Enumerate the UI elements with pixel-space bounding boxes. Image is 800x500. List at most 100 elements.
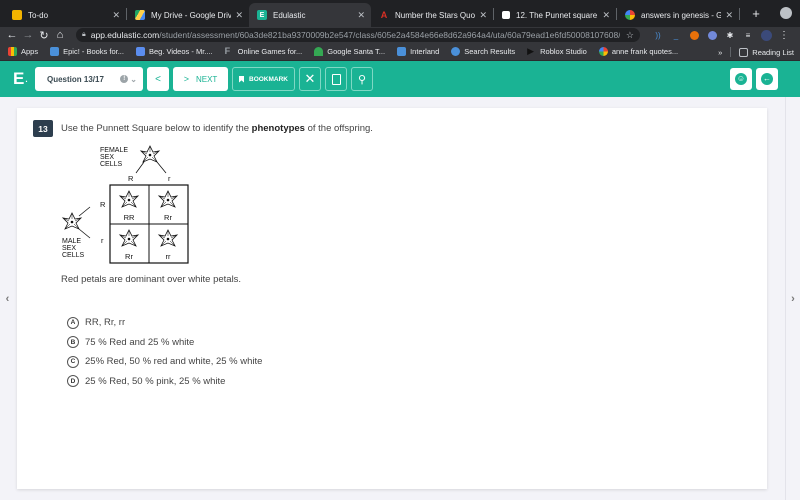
home-button[interactable]: ⌂ [52,29,68,41]
roblox-icon: ▶ [527,46,535,56]
choice-radio[interactable]: D [67,375,79,388]
extension-underline-icon[interactable]: _ [668,27,684,43]
browser-tab-bar: To-do ✕ My Drive - Google Drive ✕ E Edul… [0,0,800,27]
choice-radio[interactable]: C [67,355,79,368]
tab-title: answers in genesis - Googl [641,10,722,20]
bookmark-label: Epic! - Books for... [63,47,124,56]
connector-line [156,161,167,174]
connector-line [135,161,145,174]
close-tab-icon[interactable]: ✕ [357,10,365,21]
chevron-left-icon: < [155,73,161,85]
choice-text: RR, Rr, rr [85,317,126,329]
bookmark-anne-frank[interactable]: anne frank quotes... [598,47,678,56]
bookmark-label: Online Games for... [237,47,303,56]
male-label-line: SEX [62,245,76,252]
choice-text: 75 % Red and 25 % white [85,336,195,348]
bookmark-apps[interactable]: Apps [8,47,38,56]
calculator-button[interactable] [325,67,347,91]
stem-bold: phenotypes [251,123,305,134]
choice-text: 25% Red, 50 % red and white, 25 % white [85,356,263,368]
answer-choice-b[interactable]: B 75 % Red and 25 % white [67,333,262,353]
previous-page-arrow[interactable]: ‹ [0,97,15,500]
google-icon [625,10,635,20]
bookmark-google-santa[interactable]: Google Santa T... [314,47,385,56]
bookmark-search-results[interactable]: Search Results [451,47,515,56]
exit-button[interactable]: ← [756,68,778,90]
browser-toolbar: ← → ↻ ⌂ 🔒︎ app.edulastic.com /student/as… [0,27,800,43]
more-bookmarks-button[interactable]: » [718,48,722,57]
extensions-puzzle-icon[interactable]: ✱ [722,27,738,43]
female-label-line: FEMALE [100,147,128,154]
male-allele: r [101,236,104,245]
new-tab-button[interactable]: + [746,6,766,21]
back-button[interactable]: ← [4,29,20,41]
answer-choice-a[interactable]: A RR, Rr, rr [67,313,262,333]
browser-tab-active[interactable]: E Edulastic ✕ [249,3,371,27]
next-question-button[interactable]: > NEXT [173,67,228,91]
browser-tab[interactable]: A Number the Stars Quotes a ✕ [371,3,493,27]
accessibility-icon: ☺ [735,73,747,85]
extension-orange-icon[interactable] [686,27,702,43]
address-bar[interactable]: 🔒︎ app.edulastic.com /student/assessment… [76,28,640,42]
close-tab-icon[interactable]: ✕ [602,10,610,21]
question-selector-label: Question 13/17 [47,74,104,84]
choice-radio[interactable]: A [67,316,79,329]
bookmark-icon [239,75,244,83]
bookmark-interland[interactable]: Interland [397,47,439,56]
search-button[interactable]: ⚲ [351,67,373,91]
browser-menu-icon[interactable]: ⋮ [776,27,792,43]
browser-tab[interactable]: 12. The Punnet square belo ✕ [494,3,616,27]
previous-question-button[interactable]: < [147,67,169,91]
bookmark-beg-videos[interactable]: Beg. Videos - Mr.... [135,47,213,56]
answer-choice-c[interactable]: C 25% Red, 50 % red and white, 25 % whit… [67,352,262,372]
connector-line [78,228,91,239]
close-tab-icon[interactable]: ✕ [235,10,243,21]
close-tab-icon[interactable]: ✕ [725,10,733,21]
bookmark-label: Beg. Videos - Mr.... [148,47,213,56]
bookmark-online-games[interactable]: F Online Games for... [225,47,303,57]
logo-letter: E [13,69,25,88]
reading-list-button[interactable]: Reading List [739,47,794,57]
extension-discord-icon[interactable] [704,27,720,43]
reading-list-icon [739,47,749,57]
browser-tab[interactable]: My Drive - Google Drive ✕ [127,3,249,27]
edulastic-logo[interactable]: E· [13,69,35,89]
tab-title: Number the Stars Quotes a [395,10,476,20]
bookmark-star-icon[interactable]: ☆ [626,30,634,41]
close-tab-icon[interactable]: ✕ [479,10,487,21]
santa-icon [314,47,324,56]
eliminator-button[interactable]: ✕ [299,67,321,91]
bookmarks-bar: Apps Epic! - Books for... Beg. Videos - … [0,43,800,61]
url-host: app.edulastic.com [90,30,160,40]
choice-text: 25 % Red, 50 % pink, 25 % white [85,375,226,387]
extension-wifi-icon[interactable]: )) [650,27,666,43]
bookmark-label: BOOKMARK [249,75,288,83]
close-tab-icon[interactable]: ✕ [112,10,120,21]
browser-tab[interactable]: To-do ✕ [4,3,126,27]
bookmark-label: Interland [410,47,440,56]
bookmark-label: Apps [21,47,39,56]
bookmark-epic[interactable]: Epic! - Books for... [50,47,124,56]
genotype-cell: rr [166,252,171,261]
question-selector[interactable]: Question 13/17 ! ⌄ [35,67,143,91]
epic-icon [50,47,60,56]
media-control-icon[interactable]: ≡ [740,27,756,43]
male-allele: R [100,200,106,209]
profile-avatar[interactable] [758,27,774,43]
forward-button[interactable]: → [20,29,36,41]
bookmark-roblox-studio[interactable]: ▶ Roblox Studio [527,46,587,57]
question-card: 13 Use the Punnett Square below to ident… [17,108,767,489]
bookmark-label: Google Santa T... [327,47,386,56]
next-page-arrow[interactable]: › [785,97,800,500]
browser-tab[interactable]: answers in genesis - Googl ✕ [617,3,739,27]
accessibility-button[interactable]: ☺ [730,68,752,90]
bookmark-button[interactable]: BOOKMARK [232,67,295,91]
quotes-site-icon: A [380,10,388,20]
choice-radio[interactable]: B [67,336,79,349]
male-flower-icon [62,212,82,230]
answer-choice-d[interactable]: D 25 % Red, 50 % pink, 25 % white [67,372,262,392]
tab-search-icon[interactable] [780,7,792,19]
close-x-icon: ✕ [304,71,316,86]
reload-button[interactable]: ↻ [36,29,52,42]
bookmark-label: Roblox Studio [540,47,587,56]
